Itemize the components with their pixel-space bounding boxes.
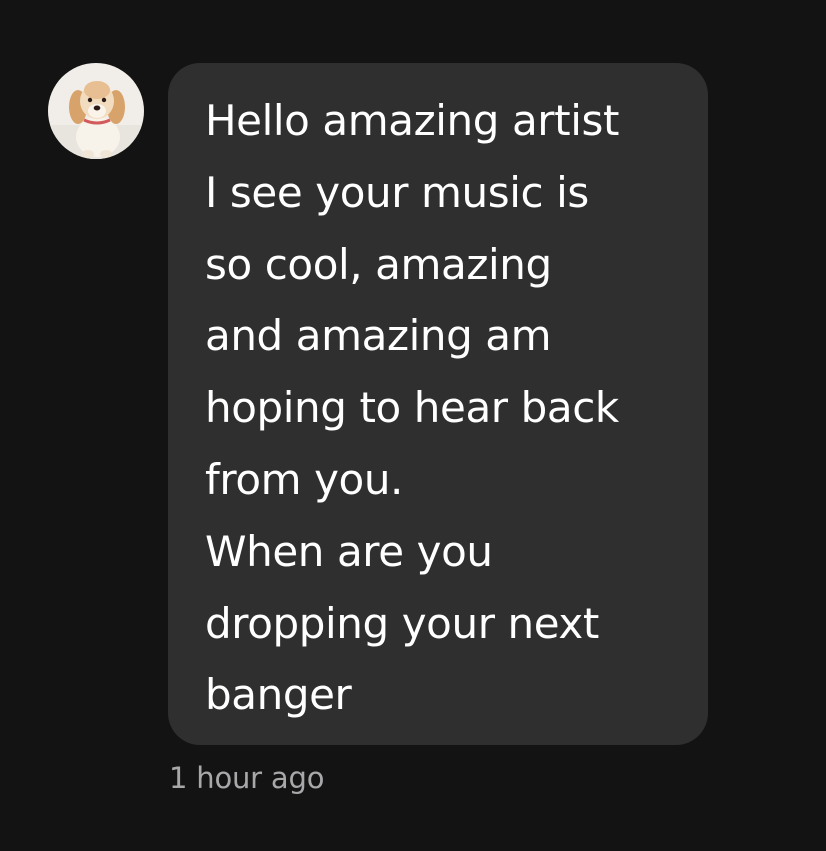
message-line: banger: [205, 670, 352, 720]
message-line: Hello amazing artist: [205, 96, 620, 145]
sender-avatar[interactable]: [48, 63, 144, 159]
message-line: When are you: [205, 526, 493, 576]
message-thread: Hello amazing artist I see your music is…: [0, 0, 826, 851]
message-bubble[interactable]: Hello amazing artist I see your music is…: [168, 63, 708, 745]
message-line: and amazing am: [205, 311, 552, 361]
message-line: from you.: [205, 454, 404, 504]
message-line: hoping to hear back: [205, 383, 619, 433]
puppy-avatar-icon: [48, 63, 144, 159]
message-timestamp: 1 hour ago: [169, 761, 325, 795]
message-line: I see your music is: [205, 167, 589, 217]
message-line: dropping your next: [205, 598, 599, 648]
message-line: so cool, amazing: [205, 239, 552, 289]
